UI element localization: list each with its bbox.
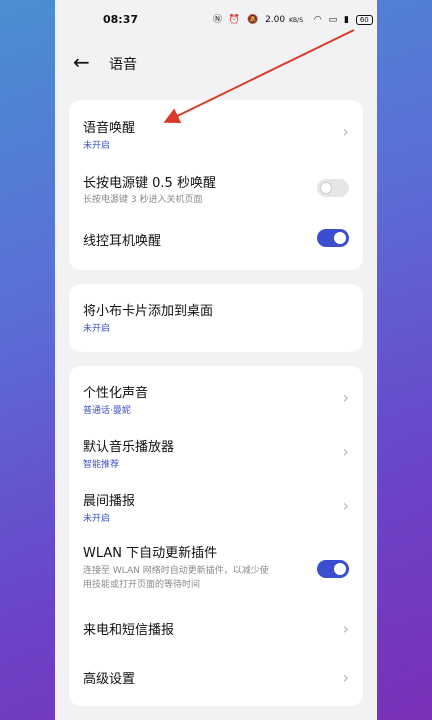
status-icons: Ⓝ ⏰ 🔕 2.00KB/S ◠ ▭ ▮ 60 ϟ bbox=[213, 12, 377, 25]
chevron-right-icon: › bbox=[342, 496, 349, 515]
mute-icon: 🔕 bbox=[246, 15, 259, 25]
morning-news-title: 晨间播报 bbox=[83, 494, 136, 509]
headset-wakeup-row[interactable]: 线控耳机唤醒 bbox=[69, 218, 363, 258]
chevron-right-icon: › bbox=[342, 388, 349, 407]
widget-row[interactable]: 将小布卡片添加到桌面 未开启 bbox=[69, 284, 363, 352]
morning-news-row[interactable]: 晨间播报 未开启 › bbox=[69, 476, 363, 530]
network-speed: 2.00 KB/S bbox=[265, 15, 304, 25]
battery-icon: 60 bbox=[355, 15, 373, 25]
wlan-update-toggle[interactable] bbox=[317, 560, 349, 578]
voice-wakeup-title: 语音唤醒 bbox=[83, 121, 136, 136]
call-sms-title: 来电和短信播报 bbox=[83, 623, 175, 638]
wlan-update-row[interactable]: WLAN 下自动更新插件 连接至 WLAN 网络时自动更新插件，以减少使 用技能… bbox=[69, 532, 363, 598]
music-player-value: 智能推荐 bbox=[83, 460, 120, 470]
morning-news-status: 未开启 bbox=[83, 514, 111, 524]
back-arrow-icon[interactable]: ← bbox=[73, 50, 90, 74]
wlan-update-desc-2: 用技能或打开页面的等待时间 bbox=[83, 580, 201, 590]
power-key-toggle[interactable] bbox=[317, 179, 349, 197]
headset-wakeup-title: 线控耳机唤醒 bbox=[83, 234, 162, 249]
wakeup-card: 语音唤醒 未开启 › 长按电源键 0.5 秒唤醒 长按电源键 3 秒进入关机页面… bbox=[69, 100, 363, 270]
sim-icon: ▭ bbox=[328, 15, 338, 25]
phone-screen: 08:37 Ⓝ ⏰ 🔕 2.00KB/S ◠ ▭ ▮ 60 ϟ ← 语音 语音唤… bbox=[55, 0, 377, 720]
personal-voice-title: 个性化声音 bbox=[83, 386, 149, 401]
status-time: 08:37 bbox=[103, 13, 139, 26]
chevron-right-icon: › bbox=[342, 619, 349, 638]
header: ← 语音 bbox=[55, 46, 377, 80]
personal-voice-value: 普通话·曼妮 bbox=[83, 406, 131, 416]
widget-status: 未开启 bbox=[83, 324, 111, 334]
wlan-update-desc-1: 连接至 WLAN 网络时自动更新插件，以减少使 bbox=[83, 566, 269, 576]
chevron-right-icon: › bbox=[342, 442, 349, 461]
widget-title: 将小布卡片添加到桌面 bbox=[83, 304, 214, 319]
wlan-update-title: WLAN 下自动更新插件 bbox=[83, 546, 218, 561]
chevron-right-icon: › bbox=[342, 122, 349, 141]
music-player-row[interactable]: 默认音乐播放器 智能推荐 › bbox=[69, 422, 363, 476]
power-key-desc: 长按电源键 3 秒进入关机页面 bbox=[83, 195, 203, 205]
headset-wakeup-toggle[interactable] bbox=[317, 229, 349, 247]
alarm-icon: ⏰ bbox=[228, 15, 241, 25]
chevron-right-icon: › bbox=[342, 668, 349, 687]
voice-wakeup-status: 未开启 bbox=[83, 141, 111, 151]
advanced-row[interactable]: 高级设置 › bbox=[69, 654, 363, 702]
widget-card: 将小布卡片添加到桌面 未开启 bbox=[69, 284, 363, 352]
status-bar: 08:37 Ⓝ ⏰ 🔕 2.00KB/S ◠ ▭ ▮ 60 ϟ bbox=[55, 0, 377, 40]
power-key-title: 长按电源键 0.5 秒唤醒 bbox=[83, 176, 216, 191]
advanced-title: 高级设置 bbox=[83, 672, 136, 687]
settings-card: 个性化声音 普通话·曼妮 › 默认音乐播放器 智能推荐 › 晨间播报 未开启 ›… bbox=[69, 366, 363, 706]
voice-wakeup-row[interactable]: 语音唤醒 未开启 › bbox=[69, 100, 363, 156]
wifi-icon: ◠ bbox=[313, 15, 322, 25]
signal-icon: ▮ bbox=[344, 15, 349, 25]
call-sms-row[interactable]: 来电和短信播报 › bbox=[69, 604, 363, 652]
power-key-row[interactable]: 长按电源键 0.5 秒唤醒 长按电源键 3 秒进入关机页面 bbox=[69, 160, 363, 210]
page-title: 语音 bbox=[109, 57, 137, 73]
nfc-icon: Ⓝ bbox=[213, 15, 223, 25]
music-player-title: 默认音乐播放器 bbox=[83, 440, 175, 455]
personal-voice-row[interactable]: 个性化声音 普通话·曼妮 › bbox=[69, 366, 363, 422]
